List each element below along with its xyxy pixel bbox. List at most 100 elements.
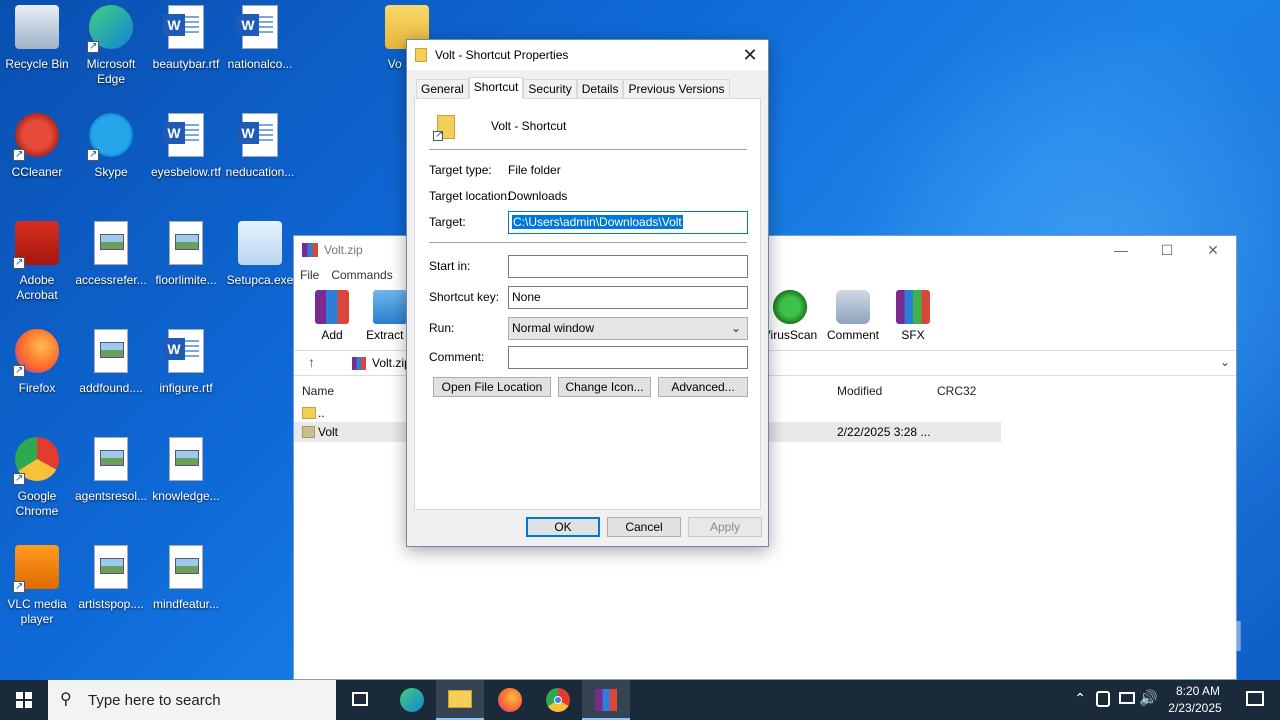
- shortcut-arrow-icon: [13, 363, 25, 378]
- desktop-icon-label: knowledge...: [152, 489, 220, 503]
- dialog-close-button[interactable]: ✕: [736, 42, 764, 68]
- task-view-button[interactable]: [336, 680, 384, 720]
- taskbar-search-box[interactable]: ⚲ Type here to search: [48, 680, 336, 720]
- search-placeholder: Type here to search: [88, 692, 221, 709]
- taskbar-edge[interactable]: [388, 680, 436, 720]
- toolbar-add-button[interactable]: Add: [302, 290, 362, 342]
- shortcut-properties-dialog[interactable]: Volt - Shortcut Properties ✕ General Sho…: [406, 39, 769, 547]
- desktop-icon-15[interactable]: Google Chrome: [0, 437, 74, 519]
- security-icon[interactable]: [1096, 691, 1110, 707]
- chevron-up-icon[interactable]: ⌃: [1074, 690, 1086, 707]
- desktop-icon-20[interactable]: mindfeatur...: [149, 545, 223, 612]
- desktop-icon-8[interactable]: Adobe Acrobat: [0, 221, 74, 303]
- comment-icon: [836, 290, 870, 324]
- desktop-icon-label: Firefox: [18, 381, 56, 395]
- desktop-icon-12[interactable]: Firefox: [0, 329, 74, 396]
- tab-general[interactable]: General: [416, 79, 469, 99]
- desktop-icon-label: Microsoft Edge: [86, 57, 136, 86]
- taskbar-chrome[interactable]: [534, 680, 582, 720]
- taskbar-winrar[interactable]: [582, 680, 630, 720]
- desktop-icon-6[interactable]: Weyesbelow.rtf: [149, 113, 223, 180]
- apply-button[interactable]: Apply: [688, 517, 762, 537]
- network-icon[interactable]: [1119, 692, 1135, 704]
- desktop-icon-0[interactable]: Recycle Bin: [0, 5, 74, 72]
- clock-time[interactable]: 8:20 AM: [1168, 684, 1228, 698]
- advanced-button[interactable]: Advanced...: [658, 377, 748, 397]
- menu-commands[interactable]: Commands: [331, 268, 392, 282]
- column-name[interactable]: Name: [302, 384, 334, 398]
- extract-icon: [373, 290, 407, 324]
- desktop-icon-7[interactable]: Wneducation...: [223, 113, 297, 180]
- tab-shortcut[interactable]: Shortcut: [468, 77, 524, 99]
- desktop-icon-label: VLC media player: [7, 597, 67, 626]
- column-modified[interactable]: Modified: [837, 384, 882, 398]
- search-icon: ⚲: [60, 691, 72, 708]
- maximize-button[interactable]: ☐: [1144, 236, 1190, 264]
- notifications-icon[interactable]: [1246, 691, 1264, 706]
- file-row-name: Volt: [318, 425, 339, 439]
- toolbar-virusscan-button[interactable]: VirusScan: [760, 290, 820, 342]
- toolbar-sfx-button[interactable]: SFX: [883, 290, 943, 342]
- shortcut-key-input[interactable]: None: [508, 286, 748, 309]
- skype-icon: [87, 113, 135, 162]
- column-crc32[interactable]: CRC32: [937, 384, 976, 398]
- image-file-icon: [162, 221, 210, 269]
- desktop-icon-11[interactable]: Setupca.exe: [223, 221, 297, 288]
- desktop-icon-18[interactable]: VLC media player: [0, 545, 74, 627]
- desktop-icon-9[interactable]: accessrefer...: [74, 221, 148, 288]
- desktop-icon-label: mindfeatur...: [152, 597, 220, 611]
- clock-date[interactable]: 2/23/2025: [1162, 701, 1228, 715]
- shortcut-tab-panel: Volt - Shortcut Target type: File folder…: [414, 98, 761, 510]
- toolbar-sfx-label: SFX: [901, 328, 925, 342]
- file-row-name: ..: [318, 406, 325, 420]
- desktop-icon-17[interactable]: knowledge...: [149, 437, 223, 504]
- chevron-down-icon[interactable]: ⌄: [1220, 355, 1230, 369]
- desktop-icon-14[interactable]: Winfigure.rtf: [149, 329, 223, 396]
- target-type-value: File folder: [508, 163, 561, 177]
- vlc-icon: [13, 545, 61, 594]
- taskbar-file-explorer[interactable]: [436, 680, 484, 720]
- up-arrow-icon[interactable]: ↑: [308, 354, 315, 370]
- toolbar-comment-button[interactable]: Comment: [823, 290, 883, 342]
- word-document-icon: W: [162, 329, 210, 377]
- start-in-input[interactable]: [508, 255, 748, 278]
- change-icon-button[interactable]: Change Icon...: [558, 377, 651, 397]
- desktop-icon-4[interactable]: CCleaner: [0, 113, 74, 180]
- image-file-icon: [162, 437, 210, 485]
- desktop-icon-1[interactable]: Microsoft Edge: [74, 5, 148, 87]
- desktop-icon-5[interactable]: Skype: [74, 113, 148, 180]
- desktop-icon-13[interactable]: addfound....: [74, 329, 148, 396]
- run-select[interactable]: Normal window ⌄: [508, 317, 748, 340]
- close-button[interactable]: ✕: [1190, 236, 1236, 264]
- minimize-button[interactable]: —: [1098, 236, 1144, 264]
- dialog-titlebar[interactable]: Volt - Shortcut Properties: [407, 40, 768, 70]
- desktop-icon-3[interactable]: Wnationalco...: [223, 5, 297, 72]
- folder-shortcut-icon: [433, 113, 457, 141]
- start-button[interactable]: [0, 680, 48, 720]
- winrar-app-icon: [302, 243, 318, 257]
- cancel-button[interactable]: Cancel: [607, 517, 681, 537]
- open-file-location-button[interactable]: Open File Location: [433, 377, 551, 397]
- ok-button[interactable]: OK: [526, 517, 600, 537]
- volume-icon[interactable]: 🔊: [1139, 689, 1158, 707]
- tab-details[interactable]: Details: [576, 79, 624, 99]
- firefox-icon: [13, 329, 61, 378]
- tab-previous-versions[interactable]: Previous Versions: [623, 79, 730, 99]
- virusscan-icon: [773, 290, 807, 324]
- target-input[interactable]: C:\Users\admin\Downloads\Volt: [508, 211, 748, 234]
- desktop-icon-10[interactable]: floorlimite...: [149, 221, 223, 288]
- image-file-icon: [87, 545, 135, 593]
- desktop-icon-label: beautybar.rtf: [152, 57, 220, 71]
- tab-security[interactable]: Security: [523, 79, 577, 99]
- desktop-icon-16[interactable]: agentsresol...: [74, 437, 148, 504]
- target-location-label: Target location:: [429, 189, 511, 203]
- comment-input[interactable]: [508, 346, 748, 369]
- shortcut-arrow-icon: [13, 579, 25, 594]
- toolbar-virusscan-label: VirusScan: [762, 328, 818, 342]
- desktop-icon-19[interactable]: artistspop....: [74, 545, 148, 612]
- desktop-icon-label: Google Chrome: [15, 489, 59, 518]
- shortcut-arrow-icon: [13, 471, 25, 486]
- menu-file[interactable]: File: [300, 268, 319, 282]
- taskbar-firefox[interactable]: [486, 680, 534, 720]
- desktop-icon-2[interactable]: Wbeautybar.rtf: [149, 5, 223, 72]
